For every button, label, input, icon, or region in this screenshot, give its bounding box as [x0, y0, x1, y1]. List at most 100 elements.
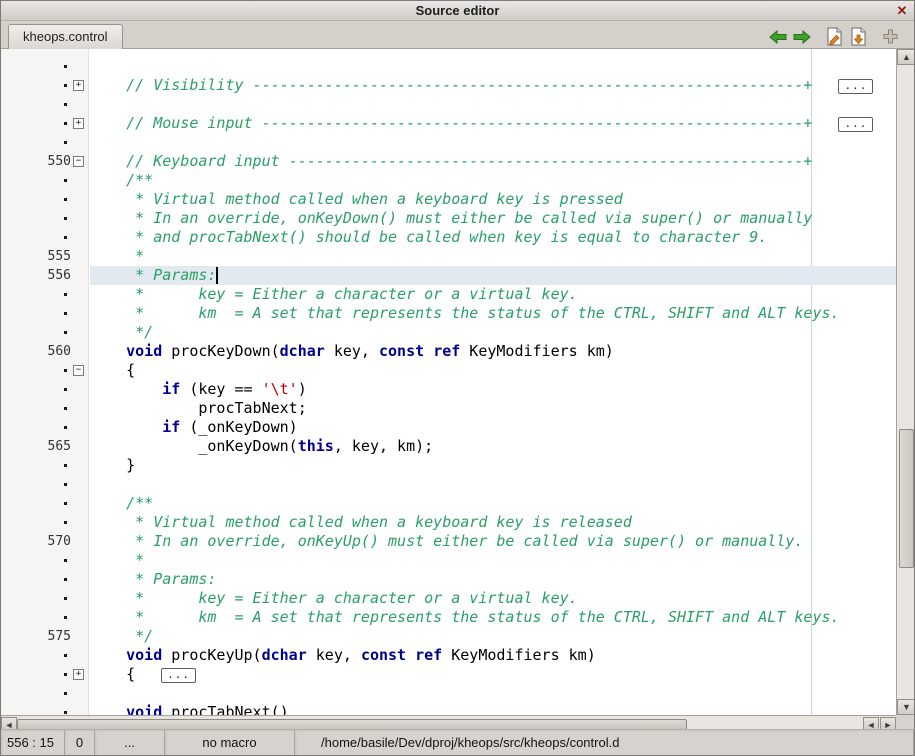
code-token [90, 380, 162, 398]
code-line[interactable]: * km = A set that represents the status … [90, 608, 896, 627]
split-view-button[interactable] [878, 25, 902, 49]
code-line[interactable]: * key = Either a character or a virtual … [90, 285, 896, 304]
vertical-scrollbar-thumb[interactable] [899, 429, 914, 569]
code-line[interactable]: * Virtual method called when a keyboard … [90, 513, 896, 532]
code-line[interactable]: void procKeyDown(dchar key, const ref Ke… [90, 342, 896, 361]
code-line[interactable]: {... [90, 665, 896, 684]
code-line[interactable]: // Mouse input -------------------------… [90, 114, 896, 133]
line-dot [64, 217, 67, 220]
line-dot [64, 312, 67, 315]
code-token: procKeyUp( [162, 646, 261, 664]
gutter-line-dot [1, 456, 88, 475]
code-line[interactable]: if (key == '\t') [90, 380, 896, 399]
code-area[interactable]: // Visibility --------------------------… [90, 49, 896, 715]
gutter-line-number: 555 [1, 247, 88, 266]
code-line[interactable]: } [90, 456, 896, 475]
code-line[interactable]: * Params: [90, 266, 896, 285]
code-line[interactable]: { [90, 361, 896, 380]
code-line[interactable]: * Virtual method called when a keyboard … [90, 190, 896, 209]
line-dot [64, 692, 67, 695]
code-token [424, 342, 433, 360]
code-token: * [90, 551, 144, 569]
document-arrow-button[interactable] [846, 25, 870, 49]
vertical-scrollbar[interactable]: ▲ ▼ [896, 49, 915, 715]
collapsed-fold-ellipsis[interactable]: ... [161, 668, 196, 683]
code-line[interactable]: // Visibility --------------------------… [90, 76, 896, 95]
code-line[interactable]: void procTabNext() [90, 703, 896, 715]
nav-forward-button[interactable] [790, 25, 814, 49]
code-token: * In an override, onKeyUp() must either … [90, 532, 803, 550]
code-line[interactable]: * key = Either a character or a virtual … [90, 589, 896, 608]
line-dot [64, 483, 67, 486]
code-line[interactable]: _onKeyDown(this, key, km); [90, 437, 896, 456]
code-line[interactable] [90, 57, 896, 76]
nav-back-button[interactable] [766, 25, 790, 49]
code-line[interactable]: /** [90, 494, 896, 513]
code-token: */ [90, 627, 153, 645]
code-line[interactable]: * [90, 247, 896, 266]
code-token: this [298, 437, 334, 455]
line-dot [64, 331, 67, 334]
gutter-line-number: 556 [1, 266, 88, 285]
scroll-up-icon[interactable]: ▲ [897, 49, 915, 65]
line-dot [64, 426, 67, 429]
collapsed-fold-ellipsis[interactable]: ... [838, 79, 873, 94]
code-token: _onKeyDown( [90, 437, 298, 455]
code-token: * km = A set that represents the status … [90, 304, 840, 322]
code-line[interactable] [90, 95, 896, 114]
code-token: // Keyboard input ----------------------… [90, 152, 812, 170]
code-line[interactable]: * and procTabNext() should be called whe… [90, 228, 896, 247]
code-line[interactable]: */ [90, 323, 896, 342]
gutter-line-dot [1, 380, 88, 399]
code-line[interactable]: * In an override, onKeyUp() must either … [90, 532, 896, 551]
code-line[interactable]: * km = A set that represents the status … [90, 304, 896, 323]
document-pencil-button[interactable] [822, 25, 846, 49]
code-line[interactable]: // Keyboard input ----------------------… [90, 152, 896, 171]
line-dot [64, 388, 67, 391]
code-token: key, [307, 646, 361, 664]
close-icon[interactable]: ✕ [893, 1, 911, 20]
collapsed-fold-ellipsis[interactable]: ... [838, 117, 873, 132]
line-dot [64, 502, 67, 505]
gutter-line-dot [1, 608, 88, 627]
gutter-line-dot [1, 589, 88, 608]
tab-kheops-control[interactable]: kheops.control [8, 24, 123, 49]
code-token: KeyModifiers km) [460, 342, 614, 360]
code-token: */ [90, 323, 153, 341]
tab-label: kheops.control [23, 29, 108, 44]
code-token: procKeyDown( [162, 342, 279, 360]
code-line[interactable]: * In an override, onKeyDown() must eithe… [90, 209, 896, 228]
fold-collapse-icon[interactable]: − [73, 156, 84, 167]
line-number: 560 [1, 342, 88, 361]
code-line[interactable]: procTabNext; [90, 399, 896, 418]
gutter-line-dot: − [1, 361, 88, 380]
code-token: /** [90, 171, 153, 189]
gutter-line-dot [1, 304, 88, 323]
fold-collapse-icon[interactable]: − [73, 365, 84, 376]
code-line[interactable]: /** [90, 171, 896, 190]
gutter-line-dot [1, 418, 88, 437]
code-line[interactable] [90, 684, 896, 703]
code-line[interactable] [90, 475, 896, 494]
code-token: } [90, 456, 135, 474]
code-line[interactable] [90, 133, 896, 152]
fold-expand-icon[interactable]: + [73, 669, 84, 680]
code-line[interactable]: if (_onKeyDown) [90, 418, 896, 437]
line-dot [64, 521, 67, 524]
code-token: (_onKeyDown) [180, 418, 297, 436]
code-token [406, 646, 415, 664]
scroll-down-icon[interactable]: ▼ [897, 699, 915, 715]
code-line[interactable]: void procKeyUp(dchar key, const ref KeyM… [90, 646, 896, 665]
code-line[interactable]: */ [90, 627, 896, 646]
code-line[interactable]: * Params: [90, 570, 896, 589]
titlebar[interactable]: Source editor ✕ [1, 1, 914, 21]
fold-expand-icon[interactable]: + [73, 118, 84, 129]
code-token: (key == [180, 380, 261, 398]
code-token [90, 342, 126, 360]
gutter-line-number: 565 [1, 437, 88, 456]
code-token: * Params: [90, 570, 216, 588]
gutter-line-number: 560 [1, 342, 88, 361]
gutter-line-dot [1, 494, 88, 513]
fold-expand-icon[interactable]: + [73, 80, 84, 91]
code-line[interactable]: * [90, 551, 896, 570]
